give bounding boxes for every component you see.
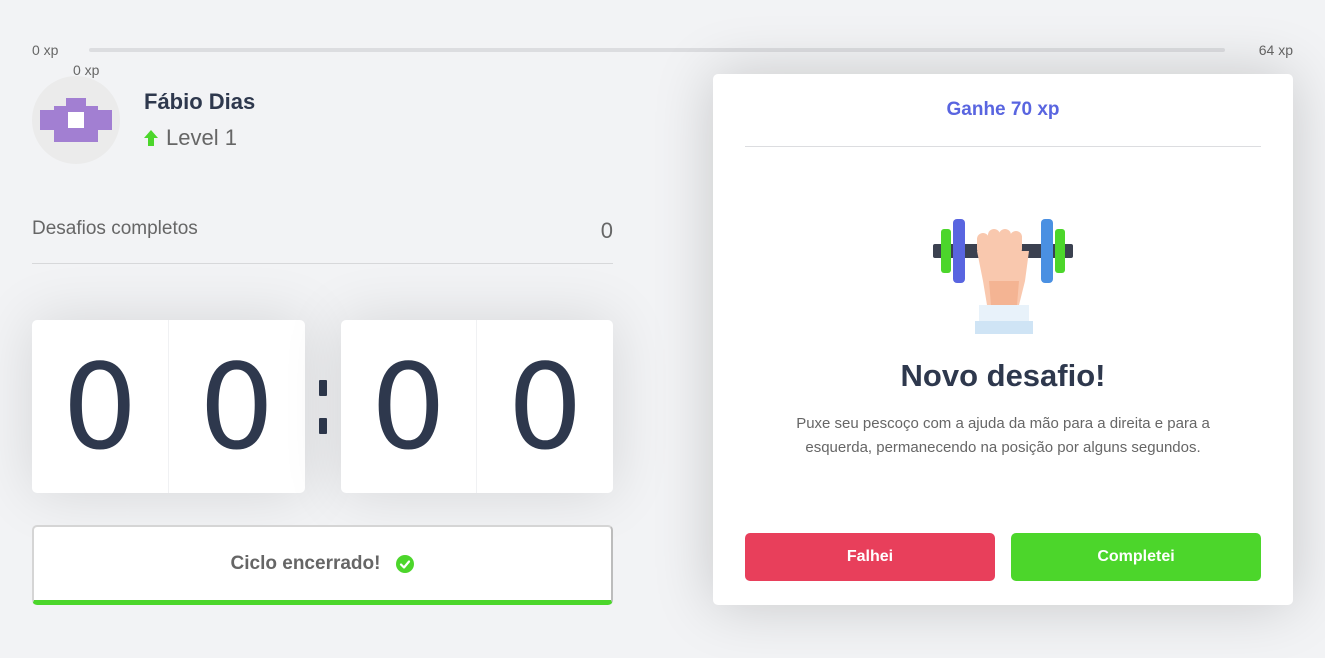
profile: Fábio Dias Level 1 bbox=[32, 76, 255, 164]
challenge-actions: Falhei Completei bbox=[745, 533, 1261, 581]
profile-info: Fábio Dias Level 1 bbox=[144, 89, 255, 151]
countdown-minute-tens: 0 bbox=[62, 337, 138, 476]
challenge-description: Puxe seu pescoço com a ajuda da mão para… bbox=[796, 415, 1210, 456]
challenge-xp-header: Ganhe 70 xp bbox=[745, 74, 1261, 147]
profile-level: Level 1 bbox=[144, 125, 255, 151]
profile-level-label: Level 1 bbox=[166, 125, 237, 150]
countdown-second-ones: 0 bbox=[476, 320, 613, 493]
challenge-card: Ganhe 70 xp Novo desafio! Puxe seu pesco… bbox=[713, 74, 1293, 605]
avatar bbox=[32, 76, 120, 164]
countdown: 0 0 0 0 bbox=[32, 320, 613, 493]
dumbbell-icon bbox=[933, 219, 1073, 334]
failed-button[interactable]: Falhei bbox=[745, 533, 995, 581]
xp-min-label: 0 xp bbox=[32, 42, 59, 58]
countdown-minutes: 0 0 bbox=[32, 320, 305, 493]
completed-challenges-label: Desafios completos bbox=[32, 218, 198, 239]
avatar-placeholder-icon bbox=[40, 98, 112, 142]
countdown-minute-ones: 0 bbox=[167, 320, 305, 493]
arrow-up-icon bbox=[144, 130, 158, 146]
xp-max-label: 64 xp bbox=[1258, 42, 1293, 58]
experience-bar: 0 xp 0 xp 64 xp bbox=[32, 38, 1293, 78]
xp-track bbox=[89, 48, 1225, 52]
countdown-separator bbox=[305, 379, 341, 434]
check-circle-icon bbox=[396, 554, 415, 573]
profile-name: Fábio Dias bbox=[144, 89, 256, 114]
completed-challenges: Desafios completos 0 bbox=[32, 218, 613, 264]
colon-dot-top bbox=[318, 379, 327, 396]
countdown-second-tens: 0 bbox=[370, 337, 446, 476]
countdown-seconds: 0 0 bbox=[340, 320, 613, 493]
challenge-title: Novo desafio! bbox=[900, 358, 1106, 393]
completed-challenges-count: 0 bbox=[600, 218, 613, 243]
page: 0 xp 0 xp 64 xp Fábio Dias Level 1 Desaf… bbox=[0, 0, 1325, 658]
cycle-ended-label: Ciclo encerrado! bbox=[230, 552, 381, 574]
cycle-ended-button[interactable]: Ciclo encerrado! bbox=[32, 525, 613, 605]
completed-button[interactable]: Completei bbox=[1011, 533, 1261, 581]
colon-dot-bottom bbox=[318, 417, 327, 434]
